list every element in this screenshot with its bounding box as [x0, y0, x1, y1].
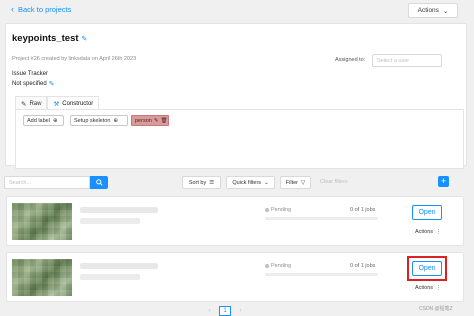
project-title-row: keypoints_test ✎	[12, 33, 87, 44]
issue-tracker-value-row: Not specified ✎	[12, 80, 55, 88]
task-actions-button[interactable]: Actions ⋮	[415, 229, 442, 235]
blurred-task-name	[80, 263, 158, 269]
tab-raw[interactable]: ✎ Raw	[15, 96, 48, 110]
back-label: Back to projects	[18, 5, 72, 14]
pagination: ‹ 1 ›	[204, 306, 246, 316]
label-tag-person[interactable]: person ✎ 🗑	[131, 115, 169, 126]
chevron-left-icon: ‹	[11, 4, 14, 14]
status-dot-icon	[265, 264, 269, 268]
label-editor-tabs: ✎ Raw ⚒ Constructor	[15, 96, 100, 110]
open-task-button[interactable]: Open	[412, 261, 442, 276]
open-task-button[interactable]: Open	[412, 205, 442, 220]
plus-icon: +	[440, 176, 447, 186]
task-status: Pending	[265, 207, 291, 213]
create-task-button[interactable]: +	[438, 176, 449, 187]
actions-label: Actions	[417, 7, 439, 14]
task-preview-image[interactable]	[12, 259, 72, 296]
more-vertical-icon: ⋮	[436, 285, 442, 291]
chevron-down-icon: ⌄	[442, 7, 449, 15]
tab-raw-label: Raw	[29, 100, 42, 107]
filter-icon: ▽	[301, 179, 306, 186]
project-details-card: keypoints_test ✎ Project #26 created by …	[5, 23, 467, 169]
label-constructor-panel: Add label ⊕ Setup skeleton ⊕ person ✎ 🗑	[15, 109, 464, 169]
task-actions-label: Actions	[415, 285, 434, 291]
watermark: CSDN @铅笔Z	[419, 306, 453, 312]
task-item: Pending 0 of 1 jobs Open Actions ⋮	[6, 252, 464, 302]
status-dot-icon	[265, 208, 269, 212]
plus-circle-icon: ⊕	[113, 117, 118, 124]
back-to-projects-link[interactable]: ‹ Back to projects	[11, 4, 72, 15]
edit-icon[interactable]: ✎	[49, 80, 55, 88]
assignee-select[interactable]: Select a user	[372, 54, 442, 67]
issue-tracker-label: Issue Tracker	[12, 71, 49, 77]
next-page-button[interactable]: ›	[235, 306, 246, 316]
task-status-text: Pending	[271, 263, 292, 269]
chevron-down-icon: ⌄	[264, 179, 269, 186]
task-jobs-count: 0 of 1 jobs	[350, 207, 376, 213]
more-vertical-icon: ⋮	[436, 229, 442, 235]
blurred-task-name	[80, 207, 158, 213]
task-preview-image[interactable]	[12, 203, 72, 240]
sort-by-label: Sort by	[188, 179, 207, 186]
search-icon	[95, 179, 103, 186]
task-progress-bar	[265, 217, 378, 220]
page-number[interactable]: 1	[219, 306, 231, 316]
prev-page-button[interactable]: ‹	[204, 306, 215, 316]
filter-button[interactable]: Filter ▽	[280, 176, 311, 189]
sort-icon: ☰	[209, 179, 215, 186]
plus-circle-icon: ⊕	[52, 117, 58, 124]
task-actions-button[interactable]: Actions ⋮	[415, 285, 442, 291]
tab-constructor-label: Constructor	[62, 100, 94, 107]
task-item: Pending 0 of 1 jobs Open Actions ⋮	[6, 196, 464, 246]
issue-tracker-value: Not specified	[12, 81, 47, 87]
clear-filters-button[interactable]: Clear filters	[320, 179, 348, 185]
build-icon: ⚒	[53, 100, 60, 108]
project-title: keypoints_test	[12, 33, 79, 44]
task-status-text: Pending	[271, 207, 292, 213]
quick-filters-button[interactable]: Quick filters ⌄	[226, 176, 275, 189]
task-progress-bar	[265, 273, 378, 276]
blurred-task-meta	[80, 274, 140, 280]
tab-constructor[interactable]: ⚒ Constructor	[47, 96, 100, 110]
add-label-text: Add label	[27, 117, 50, 124]
filter-label: Filter	[285, 179, 298, 186]
label-tag-text: person	[135, 117, 152, 124]
edit-icon[interactable]: ✎	[82, 35, 88, 43]
edit-icon[interactable]: ✎	[154, 118, 159, 124]
setup-skeleton-text: Setup skeleton	[74, 117, 111, 124]
chevron-left-icon: ‹	[208, 308, 211, 314]
blurred-task-meta	[80, 218, 140, 224]
chevron-right-icon: ›	[239, 308, 242, 314]
project-meta: Project #26 created by linksdata on Apri…	[12, 56, 137, 62]
setup-skeleton-button[interactable]: Setup skeleton ⊕	[70, 115, 128, 126]
assigned-to-label: Assigned to:	[335, 57, 366, 63]
task-actions-label: Actions	[415, 229, 434, 235]
task-jobs-count: 0 of 1 jobs	[350, 263, 376, 269]
delete-icon[interactable]: 🗑	[160, 118, 167, 124]
quick-filters-label: Quick filters	[232, 179, 262, 186]
project-actions-button[interactable]: Actions ⌄	[408, 3, 458, 18]
task-status: Pending	[265, 263, 291, 269]
search-button[interactable]	[90, 176, 108, 189]
sort-by-button[interactable]: Sort by ☰	[182, 176, 221, 189]
edit-icon: ✎	[21, 100, 27, 108]
add-label-button[interactable]: Add label ⊕	[23, 115, 64, 126]
task-search-input[interactable]: Search...	[4, 176, 90, 189]
